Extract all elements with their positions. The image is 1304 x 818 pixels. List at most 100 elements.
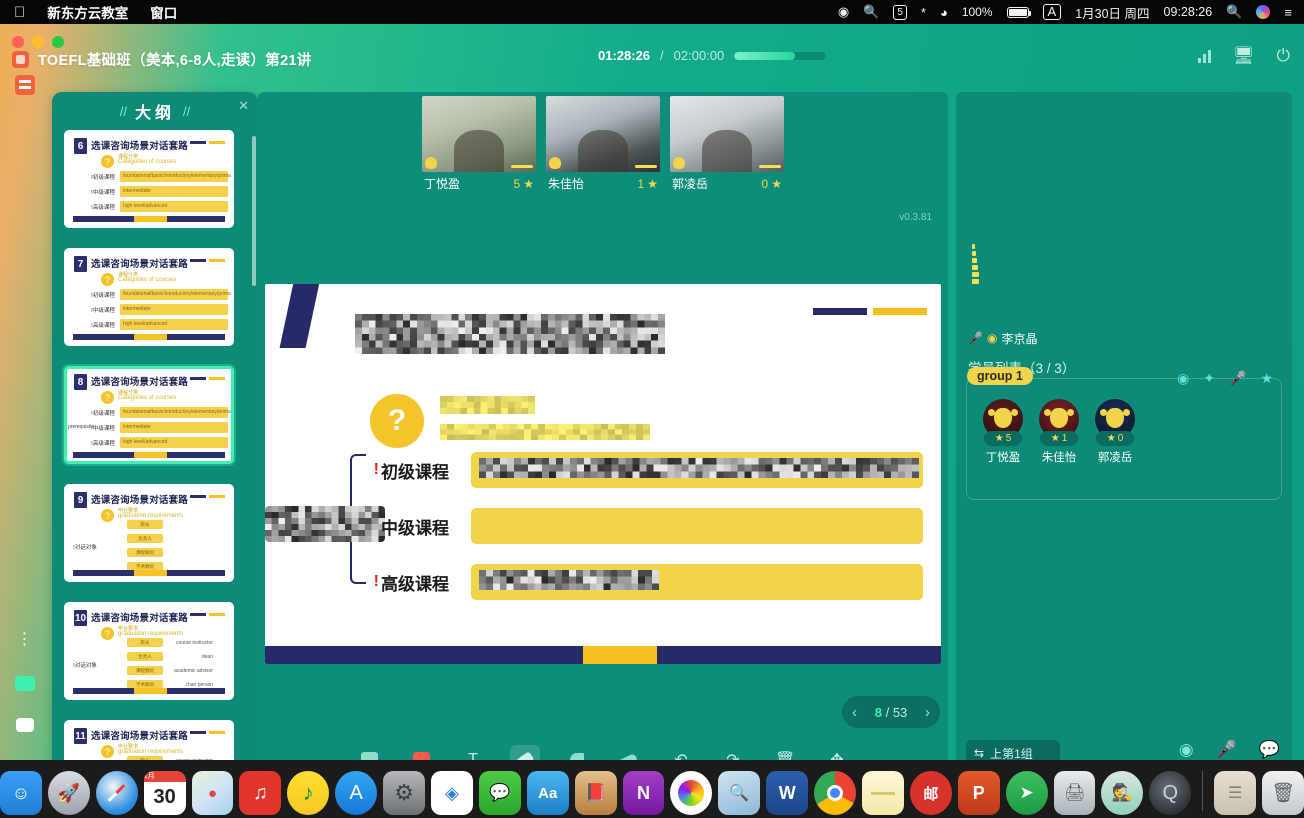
outline-thumbnail[interactable]: 7 选课咨询场景对话套路? 课程分类 Categories of courses !初级… [64,248,234,346]
apple-icon[interactable]:  [14,5,25,20]
maps-icon[interactable]: ● [191,771,234,815]
magic-wand-icon[interactable]: ✦ [1203,370,1215,387]
menu-window[interactable]: 窗口 [150,2,177,22]
outline-slide-list[interactable]: 6 选课咨询场景对话套路? 课程分类 Categories of courses !初级… [52,130,258,760]
bluetooth-icon[interactable]: * [921,5,926,20]
netease-music-icon[interactable]: ♫ [239,771,282,815]
outline-thumbnail[interactable]: 8 选课咨询场景对话套路? 课程分类 Categories of courses !初级… [64,366,234,464]
wifi-icon[interactable]: ◕ [940,5,948,20]
student-video-card[interactable]: 朱佳怡 1 ★ [546,96,660,204]
notes-icon[interactable] [862,771,904,815]
outline-scrollbar[interactable] [252,136,256,286]
word-icon[interactable]: W [766,771,809,815]
thumb-row-bar: high level/advanced [120,437,228,448]
thumb-row-bar: intermediate [120,304,228,315]
books-icon[interactable]: 📕 [574,771,617,815]
student-video-card[interactable]: 郭凌岳 0 ★ [670,96,784,204]
mail-letter: 邮 [923,785,939,803]
outline-thumbnail[interactable]: 9 选课咨询场景对话套路? 毕业要求 graduation requirements!… [64,484,234,582]
pen-shape [515,751,535,760]
photos-icon[interactable] [670,771,713,815]
slide-canvas[interactable]: ? ! 初级课程 中级课程 ! 高级课程 [265,284,941,664]
duolingo-icon[interactable]: 🕵 [1101,771,1144,815]
text-tool-icon[interactable]: T [458,745,488,760]
chat-icon[interactable]: 💬 [1259,740,1280,760]
163-mail-icon[interactable]: 邮 [909,771,952,815]
outline-thumbnail[interactable]: 6 选课咨询场景对话套路? 课程分类 Categories of courses !初级… [64,130,234,228]
slide-thumb-dashes [190,613,225,616]
current-page: 8 [874,704,882,720]
group-member[interactable]: ★ 0 郭凌岳 [1091,399,1139,465]
launchpad-icon[interactable]: 🚀 [47,771,90,815]
record-stop-icon[interactable] [406,745,436,760]
mac-dock: ☺ 🚀 1月 30 ● ♫ ♪ A ⚙ ◈ 💬 Aa 📕 N 🔍 W 邮 P ➤ 🖨 🕵 Q ☰ 🗑 [0,760,1304,818]
add-page-icon[interactable] [354,745,384,760]
mic-all-icon[interactable]: 🎤 [1229,370,1246,387]
record-icon[interactable]: ◉ [838,4,849,20]
notes-icon[interactable] [12,72,38,98]
outline-thumbnail[interactable]: 11 选课咨询场景对话套路? 毕业要求 graduation requirements… [64,720,234,760]
member-star-badge: ★ 5 [984,431,1022,446]
finder-icon[interactable]: ☺ [0,771,42,815]
teacher-video[interactable]: 🎤 ◉ 李京晶 [962,98,1286,348]
more-options-icon[interactable]: ⋮ [12,626,38,652]
spotlight-search-icon[interactable]: 🔍 [1226,4,1242,20]
network-signal-icon[interactable] [1197,49,1211,63]
shape-tool-icon[interactable] [562,745,592,760]
camera-icon[interactable]: ◉ [1179,740,1194,760]
downloads-stack-icon[interactable]: ☰ [1214,771,1257,815]
menu-bar-status-items: ◉ 🔍 5 * ◕ 100% A 1月30日 周四 09:28:26 🔍 ≡ [838,3,1292,22]
eraser-tool-icon[interactable] [614,745,644,760]
group-member[interactable]: ★ 5 丁悦盈 [979,399,1027,465]
list-icon[interactable] [12,670,38,696]
assistant-robot-icon[interactable] [12,712,38,738]
preview-icon[interactable]: 🔍 [718,771,761,815]
input-source-icon[interactable]: A [1042,4,1062,20]
next-slide-button[interactable]: › [925,704,930,721]
calendar-icon[interactable]: 1月 30 [143,771,186,815]
trash-icon[interactable]: 🗑 [1262,771,1304,815]
student-video-frame[interactable] [546,96,660,172]
mic-icon[interactable]: 🎤 [1216,740,1237,760]
group-member[interactable]: ★ 1 朱佳怡 [1035,399,1083,465]
telegram-icon[interactable]: ➤ [1005,771,1048,815]
student-video-card[interactable]: 丁悦盈 5 ★ [422,96,536,204]
battery-icon[interactable] [1006,6,1031,18]
system-preferences-icon[interactable]: ⚙ [383,771,426,815]
printer-icon[interactable]: 🖨 [1053,771,1096,815]
onenote-icon[interactable]: N [622,771,665,815]
powerpoint-icon[interactable]: P [957,771,1000,815]
student-video-frame[interactable] [422,96,536,172]
redo-icon[interactable]: ↷ [718,745,748,760]
dictionary-icon[interactable]: Aa [526,771,569,815]
calendar-day: 30 [153,785,176,808]
menu-app-name[interactable]: 新东方云教室 [47,2,128,22]
student-video-frame[interactable] [670,96,784,172]
slide-thumb-title: 选课咨询场景对话套路 [91,613,189,624]
move-icon[interactable]: ✥ [822,745,852,760]
quicktime-icon[interactable]: Q [1149,771,1192,815]
close-icon[interactable]: ✕ [238,98,249,114]
siri-icon[interactable] [1256,5,1271,19]
support-headset-icon[interactable]: ⏻ [1277,46,1290,66]
siri-shortcut-icon[interactable]: 5 [893,4,907,20]
safari-icon[interactable] [95,771,138,815]
chrome-icon[interactable] [814,771,857,815]
screen-share-icon[interactable]: 🖥 [1233,46,1255,66]
level-text-redacted-intermediate [479,520,599,528]
star-award-icon[interactable]: ★ [1260,370,1273,387]
delete-icon[interactable]: 🗑 [770,745,800,760]
raise-hand-icon[interactable]: ◉ [1177,370,1189,387]
prev-slide-button[interactable]: ‹ [852,704,857,721]
screenshot-icon[interactable]: 🔍 [863,4,879,20]
undo-icon[interactable]: ↶ [666,745,696,760]
qq-music-icon[interactable]: ♪ [287,771,330,815]
baidu-netdisk-icon[interactable]: ◈ [431,771,473,815]
switch-group-button[interactable]: ⇆ 上第1组 [966,740,1060,760]
outline-thumbnail[interactable]: 10 选课咨询场景对话套路? 毕业要求 graduation requirements… [64,602,234,700]
thumb-row-text: intermediate [123,424,151,430]
wechat-icon[interactable]: 💬 [478,771,521,815]
app-store-icon[interactable]: A [335,771,378,815]
pen-tool-icon[interactable] [510,745,540,760]
control-center-icon[interactable]: ≡ [1284,5,1292,20]
